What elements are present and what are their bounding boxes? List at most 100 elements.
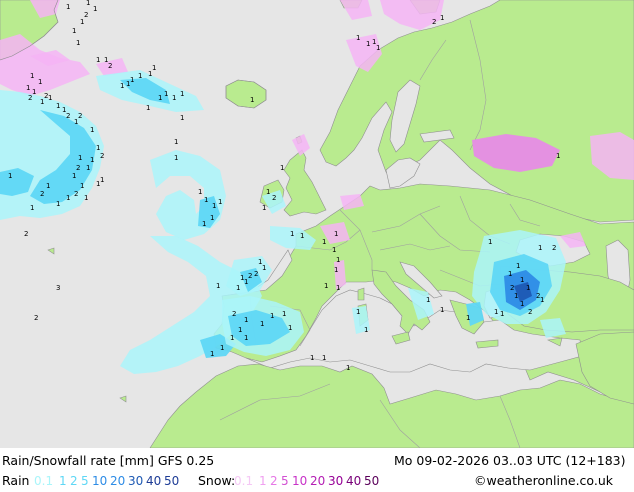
precip-value-label: 1: [138, 72, 142, 80]
precip-value-label: 1: [72, 27, 76, 35]
precip-value-label: 1: [164, 90, 168, 98]
precip-value-label: 1: [520, 300, 524, 308]
map-footer: Rain/Snowfall rate [mm] GFS 0.25 Mo 09-0…: [0, 448, 634, 490]
precip-value-label: 2: [40, 190, 44, 198]
snow-scale-value-7: 40: [346, 474, 362, 488]
precip-value-label: 1: [238, 326, 242, 334]
precip-value-label: 1: [130, 76, 134, 84]
precip-value-label: 2: [528, 308, 532, 316]
land-corsica: [357, 287, 365, 301]
precip-value-label: 1: [466, 314, 470, 322]
rain-legend-label: Rain: [2, 473, 30, 488]
precip-value-label: 1: [174, 154, 178, 162]
precip-value-label: 1: [120, 82, 124, 90]
precip-value-label: 1: [30, 72, 34, 80]
precip-value-label: 2: [24, 230, 28, 238]
rain-scale-value-5: 20: [110, 474, 126, 488]
precip-value-label: 1: [76, 39, 80, 47]
snow-scale-value-2: 2: [270, 474, 278, 488]
precip-value-label: 1: [556, 152, 560, 160]
precip-value-label: 1: [96, 56, 100, 64]
rain-scale-value-2: 2: [70, 474, 78, 488]
precip-value-label: 1: [324, 282, 328, 290]
precip-value-label: 3: [56, 284, 60, 292]
footer-row-title: Rain/Snowfall rate [mm] GFS 0.25 Mo 09-0…: [0, 452, 634, 472]
precip-value-label: 1: [494, 308, 498, 316]
precip-value-label: 1: [48, 94, 52, 102]
snow-legend-label: Snow:: [198, 473, 236, 488]
precip-value-label: 1: [212, 202, 216, 210]
precip-value-label: 1: [250, 96, 254, 104]
precip-value-label: 2: [66, 112, 70, 120]
precip-value-label: 2: [552, 244, 556, 252]
snow-scale-value-0: 0.1: [234, 474, 254, 488]
precip-value-label: 2: [232, 310, 236, 318]
precip-value-label: 1: [500, 310, 504, 318]
precip-value-label: 1: [72, 172, 76, 180]
precip-value-label: 1: [260, 320, 264, 328]
map-datetime: Mo 09-02-2026 03..03 UTC (12+183): [394, 453, 626, 468]
rain-scale-value-4: 10: [92, 474, 108, 488]
precip-value-label: 1: [84, 194, 88, 202]
precip-value-label: 1: [146, 104, 150, 112]
snow-scale-value-3: 5: [281, 474, 289, 488]
precip-value-label: 1: [508, 270, 512, 278]
precip-value-label: 1: [174, 138, 178, 146]
precip-value-label: 2: [272, 194, 276, 202]
precip-value-label: 1: [266, 188, 270, 196]
precip-value-label: 1: [172, 94, 176, 102]
precip-value-label: 1: [376, 44, 380, 52]
precip-value-label: 1: [514, 292, 518, 300]
precip-value-label: 1: [32, 88, 36, 96]
precip-value-label: 1: [288, 324, 292, 332]
precip-value-label: 1: [230, 334, 234, 342]
precip-value-label: 1: [96, 144, 100, 152]
precip-value-label: 2: [254, 270, 258, 278]
site-credit: ©weatheronline.co.uk: [474, 473, 613, 488]
precip-value-label: 1: [262, 204, 266, 212]
precip-value-label: 1: [198, 188, 202, 196]
precip-value-label: 1: [220, 344, 224, 352]
precip-value-label: 1: [40, 98, 44, 106]
precip-value-label: 2: [74, 190, 78, 198]
precip-value-label: 1: [440, 14, 444, 22]
precip-value-label: 1: [332, 246, 336, 254]
precip-value-label: 1: [440, 306, 444, 314]
precip-value-label: 1: [204, 196, 208, 204]
precip-value-label: 1: [364, 326, 368, 334]
precip-value-label: 1: [86, 0, 90, 7]
precip-value-label: 1: [66, 194, 70, 202]
precip-value-label: 1: [202, 220, 206, 228]
precip-value-label: 1: [100, 176, 104, 184]
snow-scale-value-8: 50: [364, 474, 380, 488]
precip-value-label: 1: [158, 94, 162, 102]
precip-value-label: 1: [80, 18, 84, 26]
precip-value-label: 1: [280, 164, 284, 172]
rain-scale-value-3: 5: [81, 474, 89, 488]
precip-value-label: 1: [218, 198, 222, 206]
precip-value-label: 1: [90, 156, 94, 164]
precip-value-label: 1: [346, 364, 350, 372]
map-title: Rain/Snowfall rate [mm] GFS 0.25: [2, 453, 215, 468]
precip-value-label: 1: [356, 34, 360, 42]
precip-value-label: 1: [526, 284, 530, 292]
snow-scale-value-5: 20: [310, 474, 326, 488]
precip-value-label: 1: [488, 238, 492, 246]
precip-value-label: 2: [248, 272, 252, 280]
precip-value-label: 1: [86, 164, 90, 172]
rain-scale-value-6: 30: [128, 474, 144, 488]
precip-value-label: 2: [76, 164, 80, 172]
precip-value-label: 2: [78, 112, 82, 120]
precip-value-label: 1: [262, 264, 266, 272]
precip-value-label: 1: [516, 262, 520, 270]
precip-value-label: 1: [236, 284, 240, 292]
precip-value-label: 1: [244, 334, 248, 342]
footer-row-legend: Rain 0.1 1 2 5 10 20 30 40 50 Snow: 0.1 1 2 5 10 20 30…: [0, 472, 634, 492]
precip-value-label: 1: [56, 200, 60, 208]
snow-scale-value-1: 1: [259, 474, 267, 488]
precip-value-label: 1: [336, 256, 340, 264]
rain-scale-value-8: 50: [164, 474, 180, 488]
precip-value-label: 1: [282, 310, 286, 318]
precip-value-label: 1: [334, 230, 338, 238]
precip-value-label: 1: [540, 296, 544, 304]
